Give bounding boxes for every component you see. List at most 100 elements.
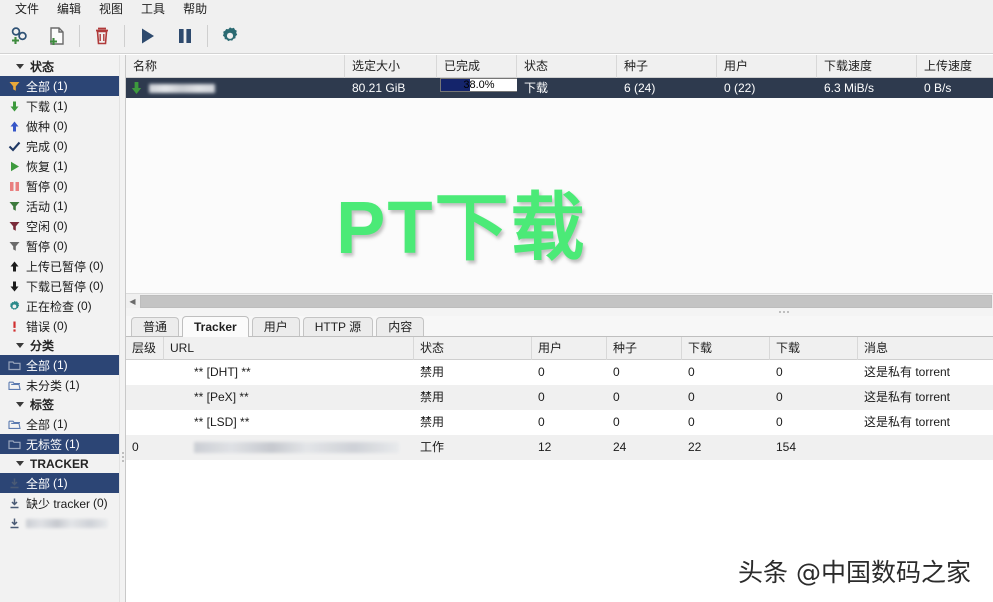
menu-help[interactable]: 帮助	[174, 0, 216, 18]
column-header-size[interactable]: 选定大小	[345, 54, 437, 78]
menu-view[interactable]: 视图	[90, 0, 132, 18]
sidebar-item-label: 空闲	[26, 219, 51, 234]
sidebar-item-status-upload-paused[interactable]: 上传已暂停 (0)	[0, 256, 119, 276]
scroll-left-arrow-icon[interactable]: ◀	[126, 295, 139, 308]
table-row[interactable]: 0 工作 12 24 22 154	[126, 435, 993, 460]
sidebar-item-status-seeding[interactable]: 做种 (0)	[0, 116, 119, 136]
tracker-column-url[interactable]: URL	[164, 337, 414, 360]
menu-edit[interactable]: 编辑	[48, 0, 90, 18]
cell-seeds: 0	[613, 365, 620, 379]
sidebar-group-categories[interactable]: 分类	[0, 336, 119, 355]
cell-downloaded: 0	[776, 415, 783, 429]
arrow-up-black-icon	[6, 258, 23, 274]
tracker-column-message[interactable]: 消息	[858, 337, 993, 360]
cell-progress: 38.0%	[437, 78, 517, 98]
sidebar-item-status-errored[interactable]: 错误 (0)	[0, 316, 119, 336]
tracker-column-status[interactable]: 状态	[414, 337, 532, 360]
horizontal-scrollbar[interactable]: ◀	[126, 293, 993, 308]
tracker-icon	[6, 515, 23, 531]
sidebar-group-status[interactable]: 状态	[0, 57, 119, 76]
sidebar-item-count: (0)	[53, 139, 68, 153]
sidebar-item-tag-untagged[interactable]: 无标签 (1)	[0, 434, 119, 454]
column-header-ulspeed[interactable]: 上传速度	[917, 55, 993, 78]
resume-button[interactable]	[128, 20, 166, 52]
folder-open-icon	[6, 377, 23, 393]
arrow-down-black-icon	[6, 278, 23, 294]
sidebar-item-category-uncategorized[interactable]: 未分类 (1)	[0, 375, 119, 395]
sidebar-item-status-resumed[interactable]: 恢复 (1)	[0, 156, 119, 176]
filter-funnel-green-icon	[6, 198, 23, 214]
chevron-down-icon	[16, 64, 24, 69]
sidebar-item-status-paused[interactable]: 暂停 (0)	[0, 176, 119, 196]
sidebar-item-count: (0)	[53, 179, 68, 193]
sidebar-item-label: 无标签	[26, 437, 63, 452]
scrollbar-thumb[interactable]	[140, 294, 992, 308]
tab-http-sources[interactable]: HTTP 源	[302, 317, 374, 336]
cell-tier	[126, 410, 164, 435]
cell-peers: 12	[538, 440, 552, 454]
sidebar-item-status-download-paused[interactable]: 下载已暂停 (0)	[0, 276, 119, 296]
sidebar-group-label: TRACKER	[30, 456, 89, 471]
preferences-button[interactable]	[211, 20, 249, 52]
column-header-peers[interactable]: 用户	[717, 54, 817, 78]
sidebar-group-tags[interactable]: 标签	[0, 395, 119, 414]
tracker-column-tier[interactable]: 层级	[126, 337, 164, 360]
tracker-column-leeches[interactable]: 下载	[682, 337, 770, 360]
sidebar-item-tracker-all[interactable]: 全部 (1)	[0, 473, 119, 493]
table-row[interactable]: ** [LSD] ** 禁用 0 0 0 0 这是私有 torrent	[126, 410, 993, 435]
add-torrent-file-button[interactable]	[38, 20, 76, 52]
sidebar-item-category-all[interactable]: 全部 (1)	[0, 355, 119, 375]
delete-button[interactable]	[83, 20, 121, 52]
table-row[interactable]: ** [PeX] ** 禁用 0 0 0 0 这是私有 torrent	[126, 385, 993, 410]
sidebar-item-count: (1)	[53, 417, 68, 431]
cell-status: 工作	[420, 440, 445, 454]
pause-button[interactable]	[166, 20, 204, 52]
add-torrent-link-button[interactable]	[0, 20, 38, 52]
tab-general[interactable]: 普通	[131, 317, 180, 336]
column-header-progress[interactable]: 已完成	[437, 54, 517, 78]
tracker-column-downloaded[interactable]: 下载	[770, 337, 858, 360]
column-header-state[interactable]: 状态	[517, 54, 617, 78]
cell-url: ** [PeX] **	[194, 390, 249, 404]
sidebar-group-trackers[interactable]: TRACKER	[0, 454, 119, 473]
menu-file[interactable]: 文件	[6, 0, 48, 18]
exclamation-red-icon	[6, 318, 23, 334]
tab-tracker[interactable]: Tracker	[182, 316, 249, 337]
sidebar-item-status-completed[interactable]: 完成 (0)	[0, 136, 119, 156]
sidebar-item-tracker-missing[interactable]: 缺少 tracker (0)	[0, 493, 119, 513]
sidebar-splitter[interactable]	[119, 55, 126, 602]
sidebar-item-status-inactive[interactable]: 空闲 (0)	[0, 216, 119, 236]
column-header-dlspeed[interactable]: 下载速度	[817, 54, 917, 78]
panel-splitter-grip	[778, 311, 790, 313]
sidebar-item-status-checking[interactable]: 正在检查 (0)	[0, 296, 119, 316]
sidebar-item-label: 缺少 tracker	[26, 496, 91, 511]
sidebar-item-status-active[interactable]: 活动 (1)	[0, 196, 119, 216]
sidebar-item-status-downloading[interactable]: 下载 (1)	[0, 96, 119, 116]
sidebar-item-label: 未分类	[26, 378, 63, 393]
filter-funnel-orange-icon	[6, 78, 23, 94]
cell-peers: 0	[538, 390, 545, 404]
cell-tier	[126, 360, 164, 385]
filter-sidebar[interactable]: 状态 全部 (1) 下载 (1) 做种 (0) 完成 (0) 恢复 (1) 暂停…	[0, 55, 119, 602]
tab-peers[interactable]: 用户	[251, 317, 300, 336]
sidebar-item-status-stopped[interactable]: 暂停 (0)	[0, 236, 119, 256]
sidebar-item-count: (0)	[89, 279, 104, 293]
tracker-column-seeds[interactable]: 种子	[607, 337, 682, 360]
tracker-column-peers[interactable]: 用户	[532, 337, 607, 360]
torrent-table-empty-area[interactable]	[126, 98, 993, 313]
sidebar-item-count: (1)	[53, 358, 68, 372]
tab-content[interactable]: 内容	[376, 317, 425, 336]
menu-tools[interactable]: 工具	[132, 0, 174, 18]
sidebar-item-label: 做种	[26, 119, 51, 134]
column-header-name[interactable]: 名称	[126, 54, 345, 78]
panel-splitter[interactable]	[126, 308, 993, 316]
column-header-seeds[interactable]: 种子	[617, 54, 717, 78]
cell-url: ** [LSD] **	[194, 415, 250, 429]
sidebar-item-tracker-redacted[interactable]	[0, 513, 119, 533]
sidebar-item-tag-all[interactable]: 全部 (1)	[0, 414, 119, 434]
chevron-down-icon	[16, 402, 24, 407]
sidebar-item-status-all[interactable]: 全部 (1)	[0, 76, 119, 96]
arrow-down-green-icon	[6, 98, 23, 114]
table-row[interactable]: ** [DHT] ** 禁用 0 0 0 0 这是私有 torrent	[126, 360, 993, 385]
table-row[interactable]: 80.21 GiB 38.0% 下载 6 (24) 0 (22) 6.3 MiB…	[126, 78, 993, 98]
